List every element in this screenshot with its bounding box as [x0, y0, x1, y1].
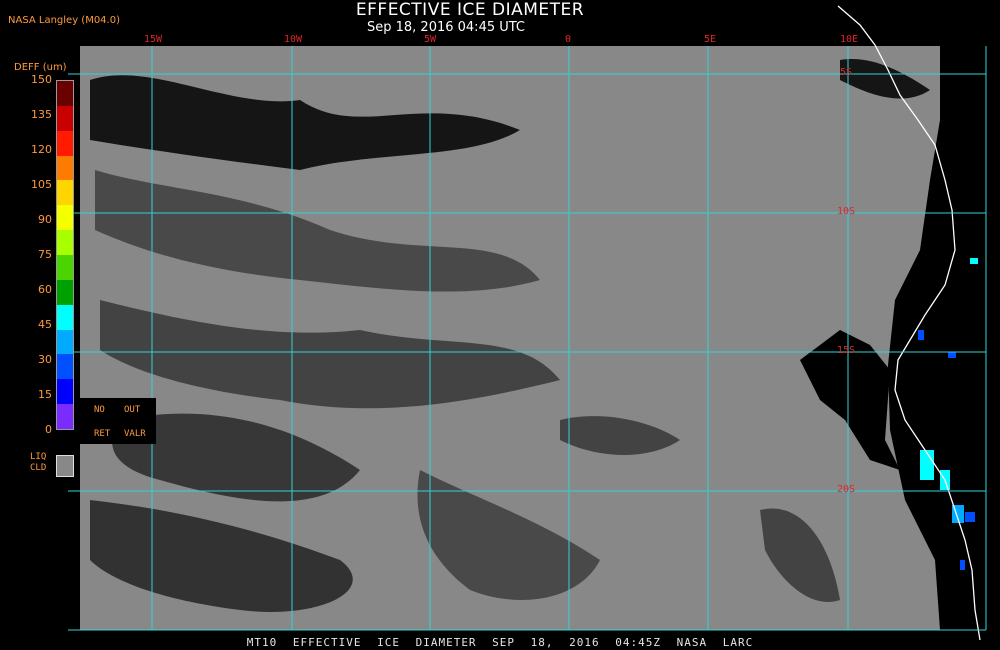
lon-label-10w: 10W — [284, 34, 303, 45]
color-scale-tick: 135 — [31, 108, 52, 121]
color-scale-tick: 75 — [38, 248, 52, 261]
satellite-map — [68, 5, 1000, 641]
code-no: NO — [94, 405, 105, 415]
lon-label-5w: 5W — [424, 34, 437, 45]
color-swatch — [57, 205, 73, 231]
data-source-label: NASA Langley (M04.0) — [8, 15, 120, 26]
lat-label-10s: 10S — [837, 206, 856, 217]
color-scale-tick: 90 — [38, 213, 52, 226]
color-scale-tick: 120 — [31, 143, 52, 156]
liquid-cloud-swatch — [56, 455, 74, 477]
color-scale-tick: 30 — [38, 353, 52, 366]
color-scale-tick: 15 — [38, 388, 52, 401]
color-swatch — [57, 304, 73, 330]
liquid-cloud-label-line2: CLD — [30, 463, 47, 473]
code-ret: RET — [94, 429, 111, 439]
lat-label-5s: 5S — [840, 67, 853, 78]
color-swatch — [57, 255, 73, 280]
color-swatch — [57, 155, 73, 181]
code-out: OUT — [124, 405, 141, 415]
clear-edge-west — [68, 470, 80, 630]
color-swatch — [57, 130, 73, 156]
color-swatch — [57, 354, 73, 380]
color-scale-tick: 0 — [45, 423, 52, 436]
map-title: EFFECTIVE ICE DIAMETER — [355, 0, 585, 20]
footer-caption: MT10 EFFECTIVE ICE DIAMETER SEP 18, 2016… — [246, 636, 754, 649]
lat-label-20s: 20S — [837, 484, 856, 495]
color-swatch — [57, 279, 73, 305]
lat-label-15s: 15S — [837, 345, 856, 356]
liquid-cloud-label: LIQ CLD — [30, 452, 46, 474]
lon-label-15w: 15W — [144, 34, 163, 45]
legend-title: DEFF (um) — [14, 62, 67, 73]
map-timestamp: Sep 18, 2016 04:45 UTC — [366, 20, 526, 35]
color-scale-tick: 45 — [38, 318, 52, 331]
color-scale-bar — [56, 80, 74, 430]
liquid-cloud-label-line1: LIQ — [30, 452, 47, 462]
color-swatch — [57, 105, 73, 131]
color-scale-tick: 60 — [38, 283, 52, 296]
color-swatch — [57, 81, 73, 106]
color-swatch — [57, 329, 73, 355]
color-swatch — [57, 230, 73, 256]
color-scale-tick: 150 — [31, 73, 52, 86]
color-swatch — [57, 404, 73, 430]
lon-label-10e: 10E — [840, 34, 859, 45]
color-swatch — [57, 379, 73, 405]
lon-label-0: 0 — [565, 34, 572, 45]
color-swatch — [57, 180, 73, 206]
color-scale-tick: 105 — [31, 178, 52, 191]
code-valr: VALR — [124, 429, 146, 439]
lon-label-5e: 5E — [704, 34, 717, 45]
